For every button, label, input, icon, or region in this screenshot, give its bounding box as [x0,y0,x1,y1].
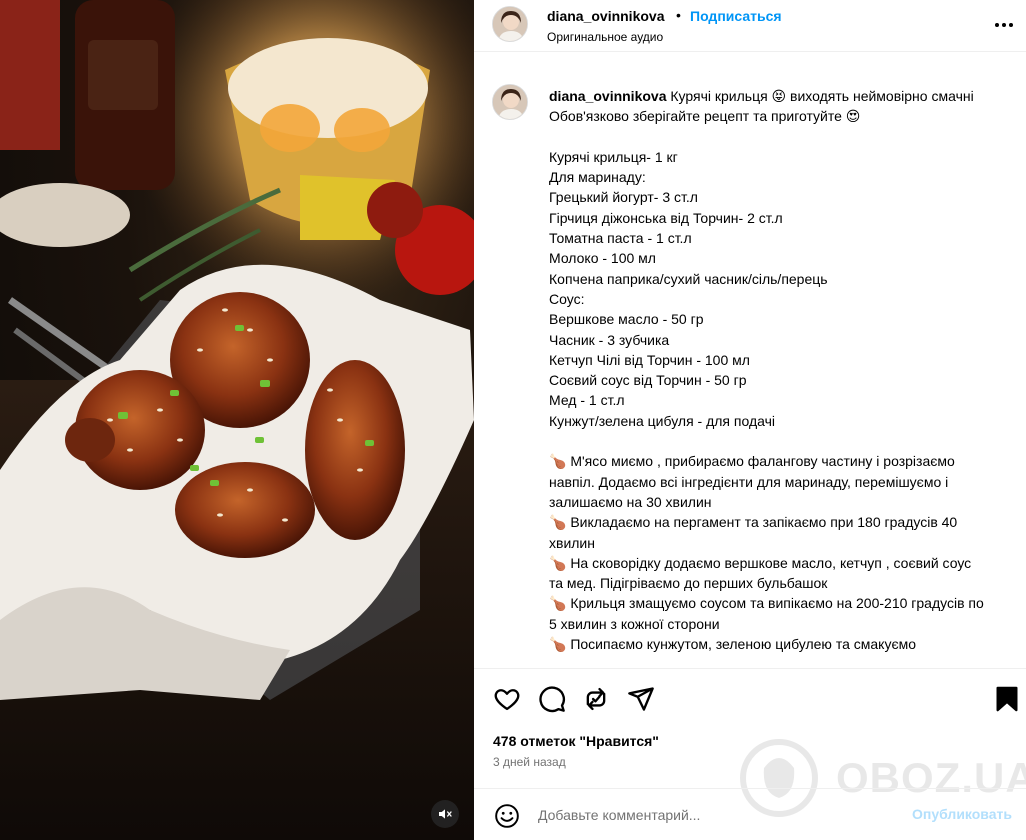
caption-line: Гірчиця діжонська від Торчин- 2 ст.л [549,209,783,226]
publish-button[interactable]: Опубликовать [912,806,1012,822]
caption-line: Обов'язково зберігайте рецепт та приготу… [549,108,861,125]
like-count[interactable]: 478 отметок "Нравится" [493,733,659,749]
caption-line: Вершкове масло - 50 гр [549,311,704,328]
caption-text: Курячі крильця 😝 виходять неймовірно сма… [549,88,988,652]
send-icon [628,687,654,711]
repost-button[interactable] [582,685,610,713]
caption-line: Кетчуп Чілі від Торчин - 100 мл [549,351,750,368]
post-details-panel: diana_ovinnikova • Подписаться Оригиналь… [474,0,1026,840]
caption-line: Молоко - 100 мл [549,250,656,267]
follow-button[interactable]: Подписаться [690,8,782,24]
action-bar [474,668,1026,728]
caption-line: Копчена паприка/сухий часник/сіль/перець [549,270,828,287]
emoji-button[interactable] [494,803,520,829]
caption-line: 🍗 Посипаємо кунжутом, зеленою цибулею та… [549,636,916,653]
caption-line: 🍗 М'ясо миємо , прибираємо фалангову час… [549,453,959,510]
separator-dot: • [676,7,681,23]
post-caption: diana_ovinnikova Курячі крильця 😝 виходя… [549,86,989,654]
caption-line: Курячі крильця- 1 кг [549,148,678,165]
avatar-image [493,85,527,119]
caption-line: Часник - 3 зубчика [549,331,670,348]
author-username[interactable]: diana_ovinnikova [547,8,664,24]
comment-icon [539,686,565,713]
caption-line: Мед - 1 ст.л [549,392,625,409]
author-avatar[interactable] [492,6,528,42]
caption-line: Грецький йогурт- 3 ст.л [549,189,698,206]
caption-avatar[interactable] [492,84,528,120]
caption-line: 🍗 Крильця змащуємо соусом та випікаємо н… [549,595,988,632]
share-button[interactable] [627,685,655,713]
post-date[interactable]: 3 дней назад [493,755,566,769]
post-media[interactable] [0,0,474,840]
mute-button[interactable] [431,800,459,828]
more-options-button[interactable] [993,15,1015,35]
bookmark-icon [996,686,1018,712]
caption-line: Курячі крильця 😝 виходять неймовірно сма… [670,88,974,104]
emoji-icon [495,804,519,828]
caption-area[interactable]: diana_ovinnikova Курячі крильця 😝 виходя… [474,70,1026,668]
caption-line: Соєвий соус від Торчин - 50 гр [549,372,747,389]
save-button[interactable] [993,685,1021,713]
caption-line: 🍗 Викладаємо на пергамент та запікаємо п… [549,514,962,551]
caption-line: Кунжут/зелена цибуля - для подачі [549,412,776,429]
avatar-image [493,7,527,41]
caption-username[interactable]: diana_ovinnikova [549,88,666,104]
post-header: diana_ovinnikova • Подписаться Оригиналь… [474,0,1026,52]
comment-input[interactable] [538,803,898,827]
food-photo [0,0,474,840]
repost-icon [586,687,606,711]
muted-speaker-icon [439,809,452,819]
caption-line: Соус: [549,290,585,307]
comment-bar: Опубликовать [474,788,1026,840]
like-button[interactable] [493,685,521,713]
caption-line: Томатна паста - 1 ст.л [549,230,692,247]
comment-button[interactable] [538,685,566,713]
caption-line: 🍗 На сковорідку додаємо вершкове масло, … [549,554,976,592]
more-horizontal-icon [995,23,1013,27]
heart-icon [494,689,520,711]
caption-line: Для маринаду: [549,169,646,186]
audio-label[interactable]: Оригинальное аудио [547,30,663,44]
